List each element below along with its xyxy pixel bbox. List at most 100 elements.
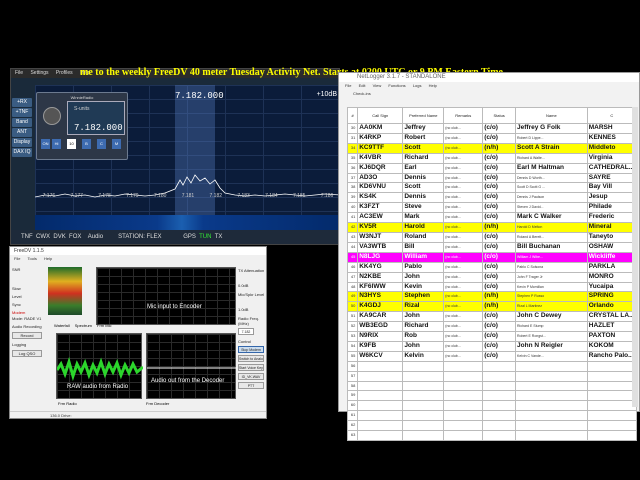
waterfall[interactable] bbox=[35, 215, 341, 231]
sdr-menu-profiles[interactable]: Profiles bbox=[56, 70, 73, 76]
remarks-cell[interactable]: (no club... bbox=[443, 340, 484, 352]
antenna-button[interactable]: ANT bbox=[12, 128, 32, 137]
city-cell[interactable]: SAYRE bbox=[586, 172, 638, 184]
preferred-name-cell[interactable]: Scott bbox=[402, 182, 445, 194]
name-cell[interactable]: Mark C Walker bbox=[515, 212, 588, 224]
table-row[interactable]: 44 VA3WTB Bill (no club... (c/o) Bill Buchana… bbox=[346, 241, 638, 253]
col-remarks[interactable]: Remarks bbox=[443, 107, 484, 124]
table-row[interactable]: 49 N3HYS Stephen (no club... (n/h) Stephen P … bbox=[346, 291, 638, 303]
empty-cell[interactable] bbox=[482, 360, 517, 372]
empty-cell[interactable] bbox=[443, 420, 484, 432]
city-cell[interactable]: HAZLET bbox=[586, 321, 638, 333]
call-sign-cell[interactable]: K3FZT bbox=[357, 202, 404, 214]
preferred-name-cell[interactable]: Robert bbox=[402, 132, 445, 144]
preferred-name-cell[interactable]: Earl bbox=[402, 162, 445, 174]
call-sign-cell[interactable]: KS4K bbox=[357, 192, 404, 204]
table-row[interactable]: 36 KJ6DQR Earl (no club... (c/o) Earl M Haltm… bbox=[346, 162, 638, 174]
name-cell[interactable]: John N Reigler bbox=[515, 340, 588, 352]
status-cell[interactable]: (c/o) bbox=[482, 331, 517, 342]
row-number[interactable]: 54 bbox=[346, 340, 359, 352]
row-number[interactable]: 36 bbox=[346, 162, 359, 174]
empty-cell[interactable] bbox=[515, 410, 588, 422]
name-cell[interactable]: Scott A Strain bbox=[515, 142, 588, 154]
table-row[interactable]: 50 K4GDJ Rizal (no club... (n/h) Rizal L Mart… bbox=[346, 301, 638, 313]
add-rx-button[interactable]: +RX bbox=[12, 98, 32, 107]
name-cell[interactable]: Dennis D Worth... bbox=[515, 172, 588, 184]
row-number[interactable]: 40 bbox=[346, 202, 359, 214]
city-cell[interactable]: KENNES bbox=[586, 132, 638, 144]
table-row[interactable]: 54 K9FB John (no club... (c/o) John N Reigler… bbox=[346, 340, 638, 352]
row-number[interactable]: 56 bbox=[346, 360, 359, 372]
decoder-output-plot[interactable]: Audio out from the Decoder bbox=[146, 333, 237, 399]
empty-cell[interactable] bbox=[515, 360, 588, 372]
empty-cell[interactable] bbox=[482, 380, 517, 392]
tuning-knob[interactable] bbox=[43, 107, 61, 125]
table-row-empty[interactable]: 62 bbox=[346, 420, 638, 432]
empty-cell[interactable] bbox=[586, 390, 638, 402]
preferred-name-cell[interactable]: Kevin bbox=[402, 281, 445, 293]
call-sign-cell[interactable]: K4VBR bbox=[357, 152, 404, 164]
status-cell[interactable]: (n/h) bbox=[482, 222, 517, 233]
call-sign-cell[interactable]: KK4YG bbox=[357, 261, 404, 273]
table-row-empty[interactable]: 56 bbox=[346, 360, 638, 372]
row-number[interactable]: 50 bbox=[346, 301, 359, 313]
status-cell[interactable]: (c/o) bbox=[482, 172, 517, 184]
city-cell[interactable]: Wickliffe bbox=[586, 251, 638, 263]
status-cell[interactable]: (c/o) bbox=[482, 212, 517, 224]
table-row[interactable]: 40 K3FZT Steve (no club... (c/o) Steven J Dav… bbox=[346, 202, 638, 214]
call-sign-cell[interactable]: KF6IWW bbox=[357, 281, 404, 293]
status-cell[interactable]: (c/o) bbox=[482, 192, 517, 204]
radio-c-button[interactable]: C bbox=[97, 139, 106, 149]
call-sign-cell[interactable]: W3NJT bbox=[357, 231, 404, 243]
empty-cell[interactable] bbox=[482, 410, 517, 422]
name-cell[interactable]: Steven J David... bbox=[515, 202, 588, 214]
status-cell[interactable]: (c/o) bbox=[482, 123, 517, 134]
call-sign-cell[interactable]: AA0KM bbox=[357, 123, 404, 134]
row-number[interactable]: 39 bbox=[346, 192, 359, 204]
row-number[interactable]: 55 bbox=[346, 350, 359, 362]
empty-cell[interactable] bbox=[357, 410, 404, 422]
preferred-name-cell[interactable]: Pablo bbox=[402, 261, 445, 273]
empty-cell[interactable] bbox=[402, 390, 445, 402]
table-row-empty[interactable]: 61 bbox=[346, 410, 638, 422]
preferred-name-cell[interactable]: John bbox=[402, 340, 445, 352]
preferred-name-cell[interactable]: Dennis bbox=[402, 192, 445, 204]
city-cell[interactable]: PARKLA bbox=[586, 261, 638, 273]
call-sign-cell[interactable]: KJ6DQR bbox=[357, 162, 404, 174]
table-row[interactable]: 52 WB3EGD Richard (no club... (c/o) Richard E… bbox=[346, 321, 638, 333]
empty-cell[interactable] bbox=[357, 400, 404, 412]
tab-waterfall[interactable]: Waterfall bbox=[54, 323, 70, 328]
call-sign-cell[interactable]: AC3EW bbox=[357, 212, 404, 224]
name-cell[interactable]: Richard E Stump bbox=[515, 321, 588, 333]
empty-cell[interactable] bbox=[402, 430, 445, 441]
table-row[interactable]: 30 AA0KM Jeffrey (no club... (c/o) Jeffrey G … bbox=[346, 123, 638, 134]
call-sign-cell[interactable]: KV5R bbox=[357, 222, 404, 233]
empty-cell[interactable] bbox=[402, 370, 445, 382]
switch-to-analog-button[interactable]: Switch to Analog bbox=[238, 355, 264, 362]
cwx-indicator[interactable]: CWX bbox=[36, 234, 50, 240]
log-menu-file[interactable]: File bbox=[345, 83, 351, 88]
status-cell[interactable]: (c/o) bbox=[482, 231, 517, 243]
empty-cell[interactable] bbox=[482, 400, 517, 412]
name-cell[interactable]: Roland A Bereit... bbox=[515, 231, 588, 243]
empty-cell[interactable] bbox=[482, 390, 517, 402]
table-scrollbar[interactable] bbox=[632, 107, 638, 407]
empty-cell[interactable] bbox=[443, 370, 484, 382]
preferred-name-cell[interactable]: Scott bbox=[402, 142, 445, 154]
remarks-cell[interactable]: (no club... bbox=[443, 192, 484, 204]
city-cell[interactable]: Taneyto bbox=[586, 231, 638, 243]
remarks-cell[interactable]: (no club... bbox=[443, 212, 484, 224]
radio-m-button[interactable]: M bbox=[112, 139, 121, 149]
sdr-menu-settings[interactable]: Settings bbox=[30, 70, 48, 76]
row-number[interactable]: 47 bbox=[346, 271, 359, 283]
remarks-cell[interactable]: (no club... bbox=[443, 162, 484, 174]
row-number[interactable]: 37 bbox=[346, 172, 359, 184]
empty-cell[interactable] bbox=[443, 360, 484, 372]
call-sign-cell[interactable]: K4GDJ bbox=[357, 301, 404, 313]
city-cell[interactable]: Middleto bbox=[586, 142, 638, 154]
table-row-empty[interactable]: 63 bbox=[346, 430, 638, 441]
empty-cell[interactable] bbox=[482, 420, 517, 432]
table-row[interactable]: 55 W6KCV Kelvin (no club... (c/o) Kelvin C Va… bbox=[346, 350, 638, 362]
status-cell[interactable]: (c/o) bbox=[482, 340, 517, 352]
city-cell[interactable]: Yucaipa bbox=[586, 281, 638, 293]
